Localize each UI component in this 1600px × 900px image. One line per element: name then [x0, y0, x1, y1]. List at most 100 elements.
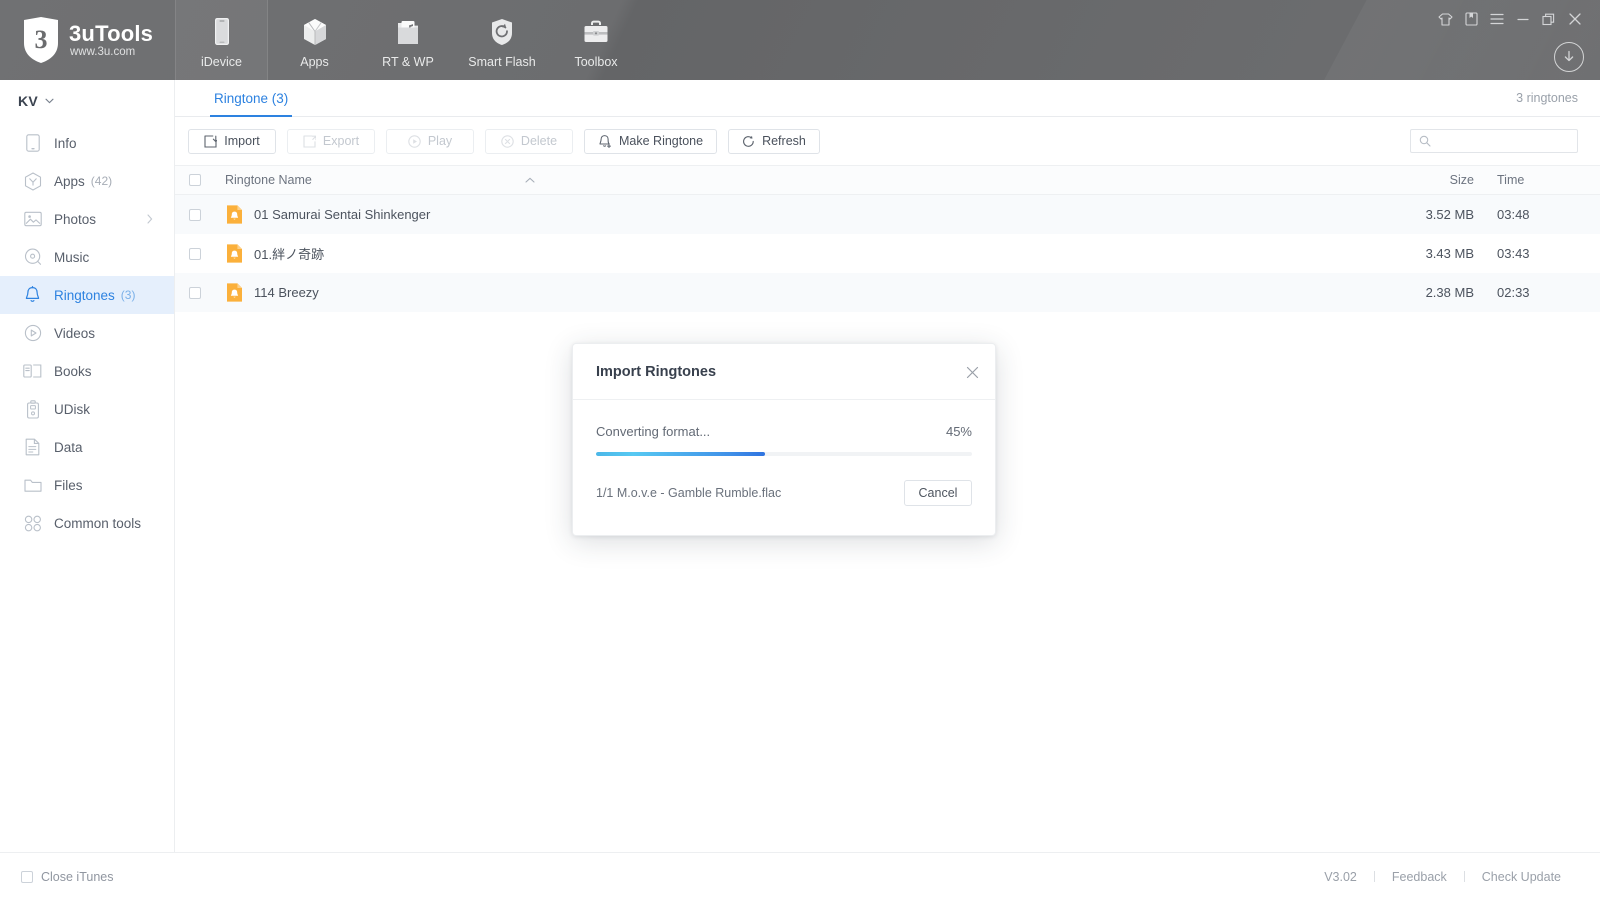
close-icon[interactable] — [1562, 6, 1588, 32]
bell-plus-icon — [598, 134, 612, 148]
table-row[interactable]: 114 Breezy 2.38 MB 02:33 — [175, 273, 1600, 312]
column-header-time[interactable]: Time — [1480, 173, 1600, 187]
make-ringtone-button-label: Make Ringtone — [619, 134, 704, 148]
hamburger-menu-icon[interactable] — [1484, 6, 1510, 32]
videos-icon — [23, 324, 42, 343]
current-file-label: 1/1 M.o.v.e - Gamble Rumble.flac — [596, 486, 782, 500]
column-header-name[interactable]: Ringtone Name — [215, 173, 1384, 187]
refresh-button[interactable]: Refresh — [728, 128, 820, 154]
books-icon — [23, 362, 42, 381]
progress-bar-track — [596, 452, 972, 456]
row-name-label: 114 Breezy — [254, 285, 319, 300]
common-tools-icon — [23, 514, 42, 533]
search-input[interactable] — [1438, 134, 1569, 148]
search-box[interactable] — [1410, 129, 1578, 153]
close-itunes-checkbox[interactable] — [21, 870, 33, 883]
sidebar-item-label: UDisk — [54, 401, 90, 417]
column-header-name-label: Ringtone Name — [225, 173, 312, 187]
nav-tab-apps[interactable]: Apps — [268, 0, 361, 80]
close-itunes-label: Close iTunes — [41, 869, 114, 884]
play-button-label: Play — [427, 134, 453, 148]
delete-button[interactable]: Delete — [485, 128, 573, 154]
svg-text:3: 3 — [35, 25, 48, 54]
row-name-label: 01 Samurai Sentai Shinkenger — [254, 207, 431, 222]
play-button[interactable]: Play — [386, 128, 474, 154]
nav-tab-smart-flash[interactable]: Smart Flash — [455, 0, 549, 80]
cancel-button[interactable]: Cancel — [904, 480, 972, 506]
sidebar-item-udisk[interactable]: UDisk — [0, 390, 174, 428]
search-icon — [1419, 135, 1431, 147]
select-all-checkbox[interactable] — [175, 174, 215, 186]
minimize-icon[interactable] — [1510, 6, 1536, 32]
data-icon — [23, 438, 42, 457]
nav-tab-idevice[interactable]: iDevice — [175, 0, 268, 80]
main-nav-tabs: iDevice Apps RT & WP Smart Flash Toolbox — [175, 0, 643, 80]
row-name-cell: 01 Samurai Sentai Shinkenger — [215, 204, 1384, 225]
refresh-icon — [742, 135, 755, 148]
account-selector[interactable]: KV — [0, 84, 174, 118]
book-icon[interactable] — [1458, 6, 1484, 32]
row-size-cell: 2.38 MB — [1425, 285, 1474, 300]
close-itunes-option[interactable]: Close iTunes — [0, 870, 114, 884]
check-update-link[interactable]: Check Update — [1465, 870, 1578, 884]
table-row[interactable]: 01.絆ノ奇跡 3.43 MB 03:43 — [175, 234, 1600, 273]
brand-title: 3uTools — [69, 21, 154, 46]
tshirt-icon[interactable] — [1432, 6, 1458, 32]
chevron-down-icon — [45, 98, 54, 104]
row-checkbox[interactable] — [175, 247, 215, 260]
sidebar-item-label: Files — [54, 477, 83, 493]
app-logo: 3 3uTools www.3u.com — [0, 0, 175, 80]
sidebar-item-videos[interactable]: Videos — [0, 314, 174, 352]
sidebar-item-files[interactable]: Files — [0, 466, 174, 504]
ringtone-file-icon — [225, 243, 244, 264]
sidebar-item-apps[interactable]: Apps (42) — [0, 162, 174, 200]
sidebar-item-label: Music — [54, 249, 90, 265]
dialog-body: Converting format... 45% 1/1 M.o.v.e - G… — [573, 400, 995, 506]
dialog-close-icon[interactable] — [963, 363, 981, 381]
nav-tab-rt-wp[interactable]: RT & WP — [361, 0, 455, 80]
sidebar-item-label: Ringtones — [54, 287, 115, 303]
sidebar-item-label: Photos — [54, 211, 97, 227]
import-icon — [204, 134, 218, 148]
import-button[interactable]: Import — [188, 128, 276, 154]
sidebar-item-ringtones[interactable]: Ringtones (3) — [0, 276, 174, 314]
import-ringtones-dialog: Import Ringtones Converting format... 45… — [572, 343, 996, 536]
row-size-cell: 3.52 MB — [1425, 207, 1474, 222]
sidebar-item-data[interactable]: Data — [0, 428, 174, 466]
export-icon — [303, 134, 316, 148]
nav-tab-label: Smart Flash — [468, 54, 536, 69]
feedback-link[interactable]: Feedback — [1375, 870, 1464, 884]
make-ringtone-button[interactable]: Make Ringtone — [584, 128, 718, 154]
music-icon — [23, 248, 42, 267]
row-time-cell: 02:33 — [1497, 285, 1530, 300]
progress-bar-fill — [596, 452, 766, 456]
maximize-icon[interactable] — [1536, 6, 1562, 32]
version-label: V3.02 — [1324, 869, 1357, 884]
progress-row: Converting format... 45% — [596, 400, 972, 439]
account-name: KV — [18, 93, 39, 109]
table-row[interactable]: 01 Samurai Sentai Shinkenger 3.52 MB 03:… — [175, 195, 1600, 234]
toolbox-icon — [583, 16, 609, 46]
sidebar-item-books[interactable]: Books — [0, 352, 174, 390]
dialog-title: Import Ringtones — [596, 363, 717, 380]
sort-ascending-icon — [525, 177, 535, 183]
export-button[interactable]: Export — [287, 128, 375, 154]
download-icon[interactable] — [1554, 42, 1584, 72]
tab-ringtone[interactable]: Ringtone (3) — [210, 80, 293, 117]
dialog-footer: 1/1 M.o.v.e - Gamble Rumble.flac Cancel — [596, 456, 972, 506]
sidebar-item-label: Apps — [54, 173, 85, 189]
window-controls — [1432, 6, 1588, 32]
row-name-cell: 01.絆ノ奇跡 — [215, 243, 1384, 264]
row-checkbox[interactable] — [175, 208, 215, 221]
sidebar-item-music[interactable]: Music — [0, 238, 174, 276]
nav-tab-toolbox[interactable]: Toolbox — [549, 0, 643, 80]
ringtone-count-label: 3 ringtones — [1516, 91, 1578, 105]
row-checkbox[interactable] — [175, 286, 215, 299]
column-header-size[interactable]: Size — [1384, 173, 1480, 187]
progress-status-label: Converting format... — [596, 424, 711, 439]
ringtone-folder-icon — [396, 16, 420, 46]
sidebar-item-info[interactable]: Info — [0, 124, 174, 162]
sidebar-item-label: Data — [54, 439, 83, 455]
sidebar-item-photos[interactable]: Photos — [0, 200, 174, 238]
sidebar-item-common-tools[interactable]: Common tools — [0, 504, 174, 542]
